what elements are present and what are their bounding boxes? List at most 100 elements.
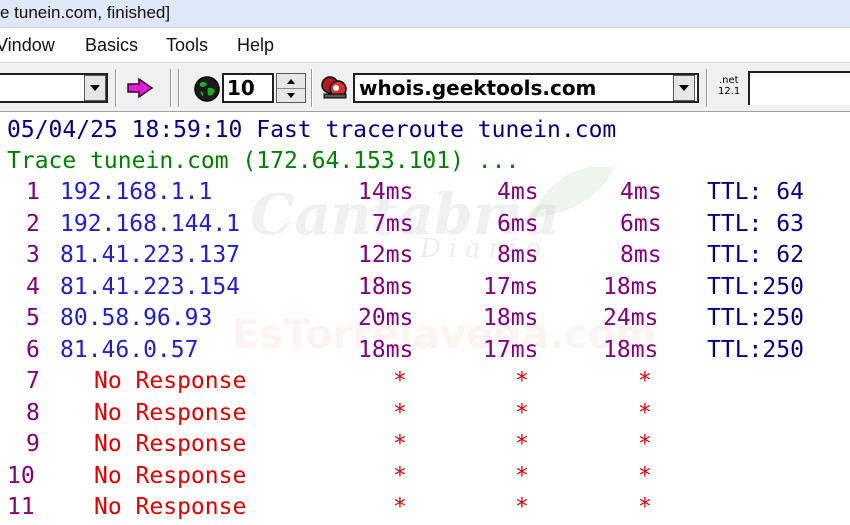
whois-server-combo[interactable]: whois.geektools.com [353, 73, 699, 103]
no-response-row: 8 No Response * * * [0, 397, 652, 429]
hop-number: 8 [26, 400, 40, 426]
star-1: * [393, 494, 407, 520]
spinner-down-icon[interactable] [277, 88, 305, 102]
star-1: * [393, 400, 407, 426]
title-bar: e tunein.com, finished] [0, 0, 850, 28]
globe-icon [194, 76, 220, 102]
hop-time-3: 6ms [620, 211, 662, 237]
hop-number: 3 [26, 242, 40, 268]
no-response-label: No Response [94, 368, 247, 394]
net-version-icon[interactable]: .net 12.1 [713, 71, 747, 105]
toolbar-separator [311, 69, 313, 107]
hop-time-1: 18ms [358, 337, 414, 363]
hop-row: 6 81.46.0.57 18ms 17ms 18ms TTL:250 [0, 334, 804, 366]
no-response-row: 10 No Response * * * [0, 460, 652, 492]
hop-number: 9 [26, 431, 40, 457]
whois-server-value: whois.geektools.com [359, 76, 597, 100]
hop-host: 81.41.223.137 [60, 242, 241, 268]
star-3: * [638, 494, 652, 520]
star-2: * [515, 463, 529, 489]
hop-row: 1 192.168.1.1 14ms 4ms 4ms TTL: 64 [0, 176, 804, 208]
menu-tools[interactable]: Tools [166, 28, 208, 62]
no-response-label: No Response [94, 494, 247, 520]
hop-host: 81.41.223.154 [60, 274, 241, 300]
menu-basics[interactable]: Basics [85, 28, 138, 62]
hop-ttl: TTL:250 [707, 337, 804, 363]
hop-row: 5 80.58.96.93 20ms 18ms 24ms TTL:250 [0, 302, 804, 334]
target-host-combo[interactable] [0, 73, 108, 103]
hop-time-3: 18ms [603, 337, 659, 363]
hop-ttl: TTL:250 [707, 274, 804, 300]
star-3: * [638, 368, 652, 394]
hop-number: 10 [7, 463, 35, 489]
star-1: * [393, 431, 407, 457]
star-1: * [393, 368, 407, 394]
hop-time-3: 24ms [603, 305, 659, 331]
hop-time-2: 17ms [483, 337, 539, 363]
toolbar-separator [706, 69, 708, 107]
spinner-up-icon[interactable] [277, 74, 305, 89]
hop-number: 2 [26, 211, 40, 237]
toolbar-separator [178, 69, 180, 107]
hop-host: 192.168.144.1 [60, 211, 241, 237]
hop-count-spinner[interactable] [276, 73, 306, 103]
no-response-row: 11 No Response * * * [0, 491, 652, 523]
no-response-label: No Response [94, 431, 247, 457]
menu-help[interactable]: Help [237, 28, 274, 62]
whois-icon [321, 76, 347, 99]
star-2: * [515, 431, 529, 457]
watermark-site: EsTorrelavega.com [232, 312, 657, 358]
hop-ttl: TTL: 63 [707, 211, 804, 237]
toolbar-separator [115, 69, 117, 107]
star-3: * [638, 400, 652, 426]
hop-number: 5 [26, 305, 40, 331]
hop-host: 81.46.0.57 [60, 337, 199, 363]
star-1: * [393, 463, 407, 489]
hop-time-2: 17ms [483, 274, 539, 300]
no-response-row: 7 No Response * * * [0, 365, 652, 397]
chevron-down-icon[interactable] [673, 75, 695, 101]
hop-time-3: 8ms [620, 242, 662, 268]
hop-number: 1 [26, 179, 40, 205]
window-title: e tunein.com, finished] [0, 3, 171, 22]
hop-ttl: TTL: 62 [707, 242, 804, 268]
hop-time-1: 12ms [358, 242, 414, 268]
hop-count-input[interactable]: 10 [222, 73, 274, 103]
hop-row: 4 81.41.223.154 18ms 17ms 18ms TTL:250 [0, 271, 804, 303]
hop-number: 6 [26, 337, 40, 363]
hop-host: 80.58.96.93 [60, 305, 213, 331]
hop-ttl: TTL: 64 [707, 179, 804, 205]
hop-number: 7 [26, 368, 40, 394]
hop-time-2: 18ms [483, 305, 539, 331]
hop-host: 192.168.1.1 [60, 179, 213, 205]
globe-button[interactable] [193, 75, 221, 103]
extra-input-field[interactable] [748, 71, 850, 105]
header-line: 05/04/25 18:59:10 Fast traceroute tunein… [7, 117, 617, 143]
star-3: * [638, 463, 652, 489]
trace-line: Trace tunein.com (172.64.153.101) ... [7, 148, 520, 174]
output-pane[interactable]: Cantabria Diario EsTorrelavega.com 05/04… [0, 112, 850, 525]
hop-row: 3 81.41.223.137 12ms 8ms 8ms TTL: 62 [0, 239, 804, 271]
no-response-label: No Response [94, 400, 247, 426]
net-badge-top: .net [719, 75, 739, 86]
go-arrow-icon [127, 77, 154, 99]
no-response-label: No Response [94, 463, 247, 489]
menu-window[interactable]: Vindow [0, 28, 55, 62]
dropdown-arrow-icon[interactable] [84, 75, 106, 101]
hop-time-2: 6ms [497, 211, 539, 237]
hop-time-2: 8ms [497, 242, 539, 268]
menu-bar: Vindow Basics Tools Help [0, 28, 850, 62]
go-button[interactable] [123, 72, 157, 104]
hop-time-1: 14ms [358, 179, 414, 205]
toolbar-separator [170, 69, 172, 107]
hop-ttl: TTL:250 [707, 305, 804, 331]
whois-button[interactable] [320, 74, 350, 102]
star-2: * [515, 494, 529, 520]
hop-time-1: 18ms [358, 274, 414, 300]
star-2: * [515, 400, 529, 426]
toolbar: 10 whois.geektools.com .net 12.1 [0, 62, 850, 112]
hop-time-3: 18ms [603, 274, 659, 300]
hop-row: 2 192.168.144.1 7ms 6ms 6ms TTL: 63 [0, 208, 804, 240]
hop-number: 4 [26, 274, 40, 300]
hop-time-1: 7ms [372, 211, 414, 237]
